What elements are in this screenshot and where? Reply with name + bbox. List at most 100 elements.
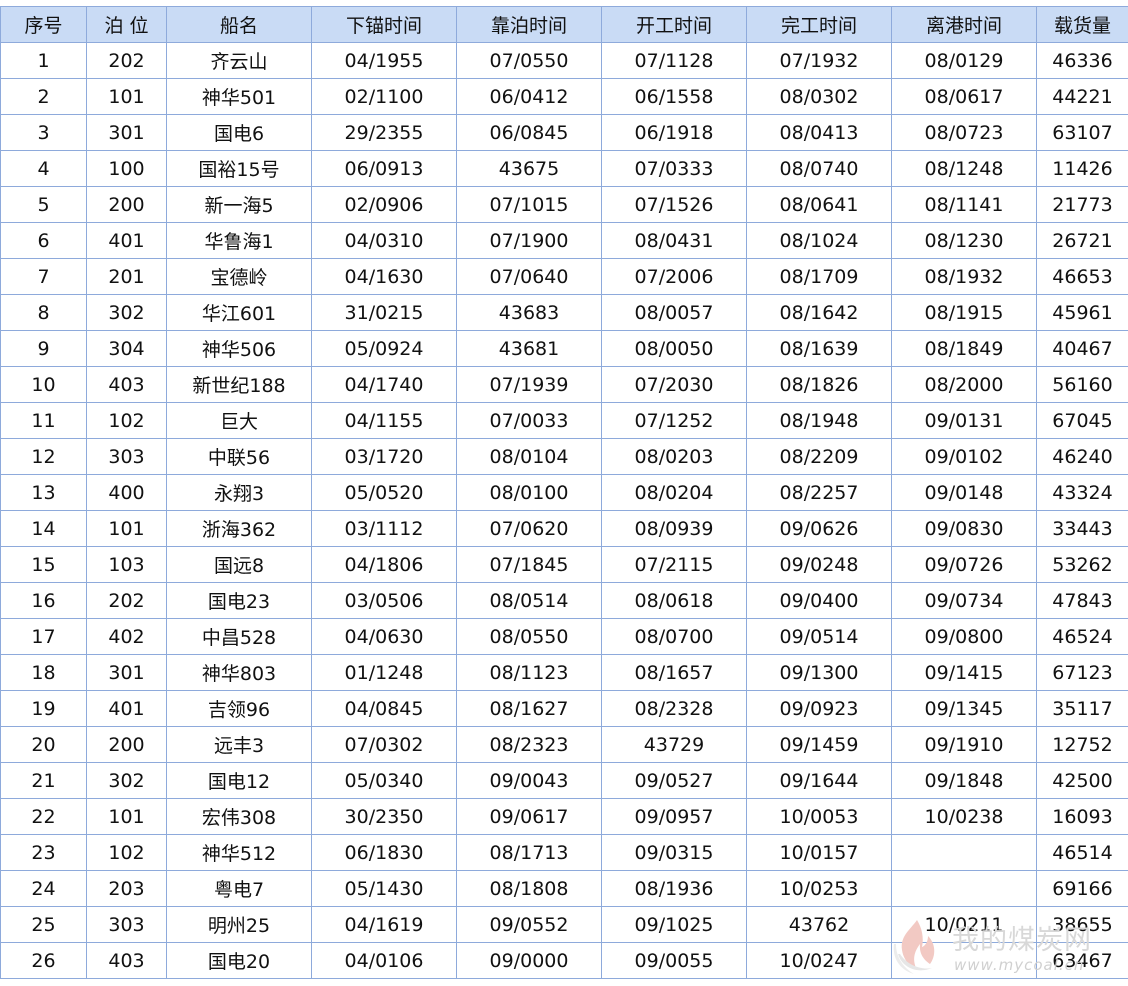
table-cell: 新世纪188 — [166, 366, 312, 403]
table-cell: 07/1932 — [746, 42, 892, 79]
table-cell: 10/0053 — [746, 798, 892, 835]
table-row: 21 302 国电12 05/0340 09/0043 09/0527 09/1644 09/… — [0, 762, 1128, 799]
table-cell: 07/1128 — [601, 42, 747, 79]
table-cell: 吉领96 — [166, 690, 312, 727]
table-cell: 05/0340 — [311, 762, 457, 799]
table-cell: 08/1123 — [456, 654, 602, 691]
table-cell: 神华506 — [166, 330, 312, 367]
column-header: 开工时间 — [601, 6, 747, 43]
table-cell: 200 — [86, 726, 167, 763]
column-header: 离港时间 — [891, 6, 1037, 43]
table-cell: 21 — [0, 762, 87, 799]
table-cell: 45961 — [1036, 294, 1128, 331]
table-cell: 201 — [86, 258, 167, 295]
table-cell: 14 — [0, 510, 87, 547]
table-cell: 09/0055 — [601, 942, 747, 979]
table-cell: 08/1948 — [746, 402, 892, 439]
table-cell: 15 — [0, 546, 87, 583]
table-cell: 44221 — [1036, 78, 1128, 115]
table-cell: 11 — [0, 402, 87, 439]
table-cell: 08/1627 — [456, 690, 602, 727]
column-header: 完工时间 — [746, 6, 892, 43]
table-cell: 46514 — [1036, 834, 1128, 871]
table-cell: 08/2328 — [601, 690, 747, 727]
column-header: 泊 位 — [86, 6, 167, 43]
table-cell: 09/0400 — [746, 582, 892, 619]
table-cell: 明州25 — [166, 906, 312, 943]
table-cell: 56160 — [1036, 366, 1128, 403]
table-cell: 303 — [86, 438, 167, 475]
table-row: 4 100 国裕15号 06/0913 43675 07/0333 08/0740 08/12… — [0, 150, 1128, 187]
table-cell: 08/2257 — [746, 474, 892, 511]
table-row: 16 202 国电23 03/0506 08/0514 08/0618 09/0400 09/… — [0, 582, 1128, 619]
table-cell: 9 — [0, 330, 87, 367]
table-row: 11 102 巨大 04/1155 07/0033 07/1252 08/1948 09/01… — [0, 402, 1128, 439]
table-cell: 国电6 — [166, 114, 312, 151]
table-cell: 43675 — [456, 150, 602, 187]
table-cell: 11426 — [1036, 150, 1128, 187]
table-row: 23 102 神华512 06/1830 08/1713 09/0315 10/0157 46… — [0, 834, 1128, 871]
table-cell: 06/0913 — [311, 150, 457, 187]
table-cell: 08/2000 — [891, 366, 1037, 403]
table-cell: 03/1720 — [311, 438, 457, 475]
table-cell: 301 — [86, 114, 167, 151]
table-cell: 30/2350 — [311, 798, 457, 835]
table-cell: 09/0148 — [891, 474, 1037, 511]
table-cell: 09/0923 — [746, 690, 892, 727]
table-cell: 09/1345 — [891, 690, 1037, 727]
table-cell: 33443 — [1036, 510, 1128, 547]
table-cell: 10/0238 — [891, 798, 1037, 835]
table-cell: 304 — [86, 330, 167, 367]
table-cell: 神华512 — [166, 834, 312, 871]
table-cell: 08/0302 — [746, 78, 892, 115]
table-cell: 07/1252 — [601, 402, 747, 439]
table-cell: 100 — [86, 150, 167, 187]
table-cell: 08/0939 — [601, 510, 747, 547]
table-cell: 08/2323 — [456, 726, 602, 763]
table-cell: 5 — [0, 186, 87, 223]
table-cell: 05/0520 — [311, 474, 457, 511]
table-row: 24 203 粤电7 05/1430 08/1808 08/1936 10/0253 6916… — [0, 870, 1128, 907]
table-cell: 43681 — [456, 330, 602, 367]
table-cell: 10/0211 — [891, 906, 1037, 943]
table-body: 1 202 齐云山 04/1955 07/0550 07/1128 07/1932 08/01… — [0, 42, 1128, 979]
table-cell: 101 — [86, 798, 167, 835]
table-cell: 宝德岭 — [166, 258, 312, 295]
table-row: 19 401 吉领96 04/0845 08/1627 08/2328 09/0923 09/… — [0, 690, 1128, 727]
table-cell: 04/0106 — [311, 942, 457, 979]
table-cell: 06/1558 — [601, 78, 747, 115]
table-cell: 02/1100 — [311, 78, 457, 115]
table-cell: 40467 — [1036, 330, 1128, 367]
table-cell: 08/0618 — [601, 582, 747, 619]
table-cell: 09/1459 — [746, 726, 892, 763]
table-cell: 08/1024 — [746, 222, 892, 259]
table-cell: 29/2355 — [311, 114, 457, 151]
table-row: 26 403 国电20 04/0106 09/0000 09/0055 10/0247 634… — [0, 942, 1128, 979]
table-cell: 46653 — [1036, 258, 1128, 295]
table-cell: 09/1644 — [746, 762, 892, 799]
table-cell: 09/1848 — [891, 762, 1037, 799]
table-cell: 09/0315 — [601, 834, 747, 871]
table-cell: 6 — [0, 222, 87, 259]
table-cell: 08/1849 — [891, 330, 1037, 367]
table-cell: 301 — [86, 654, 167, 691]
table-cell: 09/0726 — [891, 546, 1037, 583]
table-cell: 17 — [0, 618, 87, 655]
table-cell: 09/0800 — [891, 618, 1037, 655]
table-cell: 400 — [86, 474, 167, 511]
table-cell: 06/0845 — [456, 114, 602, 151]
table-cell: 粤电7 — [166, 870, 312, 907]
table-cell: 06/1918 — [601, 114, 747, 151]
table-cell: 202 — [86, 42, 167, 79]
table-cell: 2 — [0, 78, 87, 115]
table-cell: 08/0104 — [456, 438, 602, 475]
table-cell: 102 — [86, 834, 167, 871]
table-cell: 102 — [86, 402, 167, 439]
table-cell: 18 — [0, 654, 87, 691]
table-header-row: 序号泊 位船名 下锚时间 靠泊时间 开工时间 完工时间 离港时间 载货量 — [0, 6, 1128, 43]
table-cell: 24 — [0, 870, 87, 907]
table-cell: 09/1415 — [891, 654, 1037, 691]
table-cell: 53262 — [1036, 546, 1128, 583]
table-row: 22 101 宏伟308 30/2350 09/0617 09/0957 10/0053 10… — [0, 798, 1128, 835]
table-cell: 08/0431 — [601, 222, 747, 259]
